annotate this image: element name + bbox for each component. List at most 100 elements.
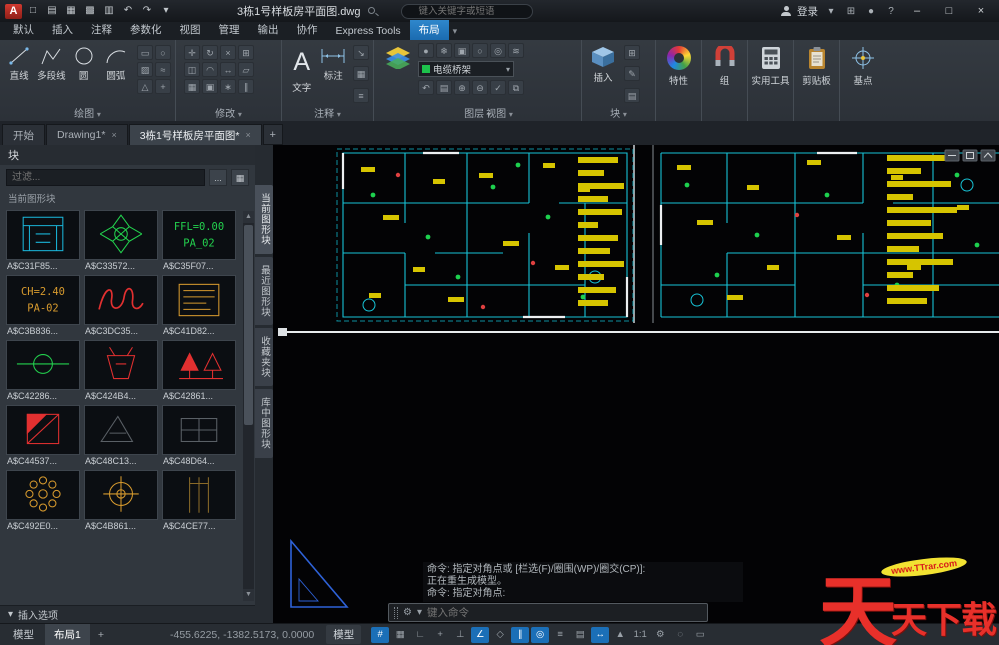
block-item[interactable]: FFL=0.00 PA_02 A$C35F07... [162,210,236,271]
model-paper-toggle[interactable]: 模型 [326,625,361,644]
block-item[interactable]: A$C48C13... [84,405,158,466]
clean-screen-toggle[interactable]: ▭ [691,627,709,643]
scale-tool-icon[interactable]: ▱ [238,62,254,77]
quick-toolbar-dropdown-icon[interactable]: ▾ [158,3,174,19]
filter-more-button[interactable]: ... [209,169,227,186]
isodraft-toggle[interactable]: ◇ [491,627,509,643]
open-file-icon[interactable]: ▤ [44,3,60,19]
ribbon-tab-output[interactable]: 输出 [249,20,288,40]
restore-button[interactable]: □ [936,2,962,20]
ribbon-tab-annotate[interactable]: 注释 [82,20,121,40]
layer-properties-tool[interactable] [378,43,418,107]
block-item[interactable]: A$C492E0... [6,470,80,531]
close-button[interactable]: × [968,2,994,20]
transparency-toggle[interactable]: ▤ [571,627,589,643]
block-attribute-icon[interactable]: ▤ [624,88,640,103]
side-tab-current-drawing[interactable]: 当前图形块 [255,185,273,254]
block-create-icon[interactable]: ⊞ [624,45,640,60]
arc-tool[interactable]: 圆弧 [101,43,131,94]
mtext-tool-icon[interactable]: ≡ [353,88,369,103]
layer-freeze-icon[interactable]: ❄ [436,43,452,58]
scroll-up-icon[interactable]: ▲ [243,211,254,223]
layer-off-icon[interactable]: ○ [472,43,488,58]
line-tool[interactable]: 直线 [4,43,34,94]
block-item[interactable]: A$C33572... [84,210,158,271]
command-bar[interactable]: ⚙ ▾ [388,603,708,622]
block-item[interactable]: CH=2.40 PA-02 A$C3B836... [6,275,80,336]
side-tab-recent[interactable]: 最近图形块 [255,257,273,326]
block-item[interactable]: A$C41D82... [162,275,236,336]
workspace-switching-button[interactable]: ⚙ [651,627,669,643]
layer-walk-icon[interactable]: ▤ [436,80,452,95]
mirror-tool-icon[interactable]: ◫ [184,62,200,77]
block-item[interactable]: A$C44537... [6,405,80,466]
rotate-tool-icon[interactable]: ↻ [202,45,218,60]
file-tab-start[interactable]: 开始 [2,124,45,145]
insert-block-tool[interactable]: 插入 [586,43,620,107]
layer-current-icon[interactable]: ✓ [490,80,506,95]
close-tab-icon[interactable]: × [111,130,116,140]
ellipse-tool-icon[interactable]: ○ [155,45,171,60]
ribbon-tab-insert[interactable]: 插入 [43,20,82,40]
ribbon-tab-view[interactable]: 视图 [171,20,210,40]
layer-on-icon[interactable]: ● [418,43,434,58]
basepoint-button[interactable]: 基点 视图 ▾ [840,40,886,121]
block-item[interactable]: A$C4CE77... [162,470,236,531]
signin-dropdown-icon[interactable]: ▾ [824,6,838,17]
fillet-tool-icon[interactable]: ◠ [202,62,218,77]
scroll-down-icon[interactable]: ▼ [243,589,254,601]
block-item[interactable]: A$C42286... [6,340,80,401]
block-item[interactable]: A$C3DC35... [84,275,158,336]
help-icon[interactable]: ? [884,6,898,17]
block-filter-input[interactable] [6,169,205,186]
scrollbar-thumb[interactable] [244,225,253,425]
point-tool-icon[interactable]: + [155,79,171,94]
explode-tool-icon[interactable]: ∗ [220,79,236,94]
erase-tool-icon[interactable]: ▣ [202,79,218,94]
polar-tracking-toggle[interactable]: ∠ [471,627,489,643]
spline-tool-icon[interactable]: ≈ [155,62,171,77]
new-file-icon[interactable]: □ [25,3,41,19]
ribbon-tab-manage[interactable]: 管理 [210,20,249,40]
circle-tool[interactable]: 圆 [69,43,99,94]
stretch-tool-icon[interactable]: ↔ [220,62,236,77]
osnap-tracking-toggle[interactable]: ∥ [511,627,529,643]
layer-match-icon[interactable]: ≋ [508,43,524,58]
object-snap-toggle[interactable]: ◎ [531,627,549,643]
ribbon-collapse-icon[interactable]: ▾ [449,26,462,40]
save-as-icon[interactable]: ▩ [82,3,98,19]
ribbon-tab-home[interactable]: 默认 [4,20,43,40]
ribbon-tab-collaborate[interactable]: 协作 [288,20,327,40]
layer-merge-icon[interactable]: ⊕ [454,80,470,95]
minimize-button[interactable]: – [904,2,930,20]
layer-prev-icon[interactable]: ↶ [418,80,434,95]
layer-lock-icon[interactable]: ▣ [454,43,470,58]
undo-icon[interactable]: ↶ [120,3,136,19]
copy-tool-icon[interactable]: ⊞ [238,45,254,60]
infer-constraints-toggle[interactable]: ∟ [411,627,429,643]
side-tab-favorites[interactable]: 收藏夹块 [255,328,273,386]
trim-tool-icon[interactable]: × [220,45,236,60]
view-panel-label[interactable]: 视图 ▾ [0,105,999,120]
annotation-scale-button[interactable]: 1:1 [631,627,649,643]
ortho-toggle[interactable]: ⊥ [451,627,469,643]
search-input[interactable] [401,4,533,19]
command-bar-grip[interactable] [394,607,398,619]
notification-bell-icon[interactable]: ● [864,6,878,17]
save-icon[interactable]: ▦ [63,3,79,19]
block-item[interactable]: A$C48D64... [162,405,236,466]
customize-wrench-icon[interactable]: ⚙ [403,607,412,618]
side-tab-libraries[interactable]: 库中图形块 [255,389,273,458]
table-tool-icon[interactable]: ▦ [353,66,369,81]
dimension-tool[interactable]: 标注 [318,43,350,107]
leader-tool-icon[interactable]: ↘ [353,45,369,60]
palette-scrollbar[interactable]: ▲ ▼ [243,211,254,601]
block-item[interactable]: A$C4B861... [84,470,158,531]
move-tool-icon[interactable]: ✛ [184,45,200,60]
plot-icon[interactable]: ▥ [101,3,117,19]
drawing-area[interactable]: 命令: 指定对角点或 [栏选(F)/圈围(WP)/圈交(CP)]: 正在重生成模… [273,145,999,623]
hatch-tool-icon[interactable]: ▨ [137,62,153,77]
block-item[interactable]: A$C42861... [162,340,236,401]
new-layout-button[interactable]: + [92,626,110,644]
block-item[interactable]: A$C31F85... [6,210,80,271]
